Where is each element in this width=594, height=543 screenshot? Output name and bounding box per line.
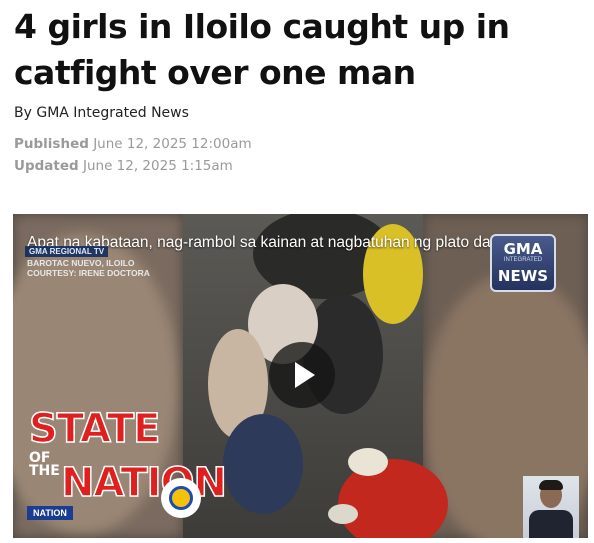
updated-timestamp: Updated June 12, 2025 1:15am: [14, 158, 233, 174]
published-date: June 12, 2025 12:00am: [93, 136, 252, 152]
video-player[interactable]: Apat na kabataan, nag-rambol sa kainan a…: [13, 214, 588, 538]
news-logo-text: NEWS: [497, 267, 549, 285]
updated-date: June 12, 2025 1:15am: [82, 158, 233, 174]
play-button[interactable]: [269, 342, 335, 408]
gma-news-logo: GMA INTEGRATED NEWS: [490, 234, 556, 292]
video-location-caption: BAROTAC NUEVO, ILOILO COURTESY: IRENE DO…: [27, 258, 150, 278]
interpreter-hair: [539, 480, 563, 490]
program-title-line1: STATE: [28, 405, 161, 453]
byline-author[interactable]: GMA Integrated News: [36, 105, 189, 121]
state-of-the-nation-logo: STATE OF THE NATION NATION: [27, 405, 228, 534]
gma-logo-text: GMA: [503, 240, 543, 258]
published-timestamp: Published June 12, 2025 12:00am: [14, 136, 252, 152]
regional-tag: GMA REGIONAL TV: [25, 246, 109, 257]
program-title-line3: NATION: [60, 459, 227, 507]
interpreter-body: [529, 510, 573, 538]
program-strip: NATION: [27, 506, 73, 520]
byline-prefix: By: [14, 105, 32, 121]
location-line: BAROTAC NUEVO, ILOILO: [27, 258, 135, 268]
article-headline: 4 girls in Iloilo caught up in catfight …: [14, 7, 510, 92]
byline: By GMA Integrated News: [14, 105, 189, 121]
updated-label: Updated: [14, 158, 79, 174]
sign-language-interpreter: [523, 476, 579, 538]
published-label: Published: [14, 136, 89, 152]
courtesy-line: COURTESY: IRENE DOCTORA: [27, 268, 150, 278]
gma-logo-subtext: INTEGRATED: [503, 257, 543, 263]
sun-icon: [161, 478, 201, 518]
